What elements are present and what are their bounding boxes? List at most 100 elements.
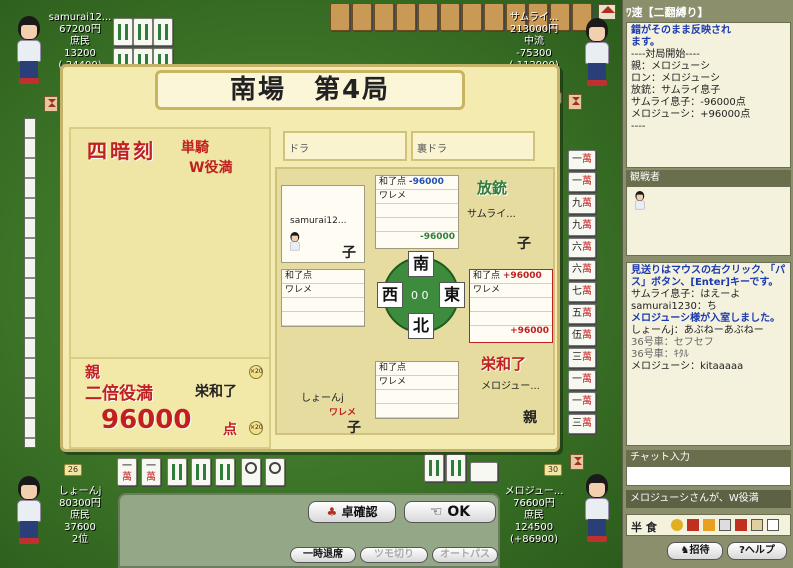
toolbar-label: 半 食	[631, 521, 657, 534]
hand-tile[interactable]: 一萬	[141, 458, 161, 486]
stop-icon[interactable]	[735, 519, 747, 531]
wind-west: 西	[377, 282, 403, 308]
chat-input-label: チャット入力	[626, 450, 791, 466]
wall-tile	[440, 3, 460, 31]
result-dialog: 南場 第4局 四暗刻 単騎 W役満 親 二倍役満 栄和了 ×20 96000 点…	[60, 64, 560, 452]
player-points: -75300	[516, 48, 552, 59]
yaku-detail: 単騎	[181, 140, 209, 156]
wind-compass: 南 北 西 東 0 0	[377, 251, 465, 339]
avatar	[580, 18, 614, 88]
settings-icon[interactable]	[719, 519, 731, 531]
chip-icon: ×20	[249, 421, 263, 435]
chat-message: メロジューシ：kitaaaaa	[631, 361, 744, 372]
player-money: 80300円	[59, 498, 101, 509]
win-score: 96000	[101, 405, 192, 435]
delta: +96000	[510, 326, 549, 336]
player-rank: 庶民	[70, 36, 90, 47]
west-name: samurai12...	[290, 216, 347, 226]
ura-dora-label: 裏ドラ	[417, 144, 447, 155]
scoreboard: samurai12... 子 和了点 -96000 ワレメ -96000 放銃 …	[275, 167, 555, 436]
flag-icon[interactable]	[687, 519, 699, 531]
control-panel: ♣ 卓確認 ☜ OK 一時退席 ツモ切り オートパス	[118, 493, 500, 568]
help-button[interactable]: ?ヘルプ	[727, 542, 787, 560]
chat-message: サムライ息子：はえーよ	[631, 289, 741, 300]
chip-count-badge: 30	[544, 464, 562, 476]
top-name: サムライ...	[467, 209, 516, 220]
log-line: サムライ息子：-96000点	[631, 97, 746, 108]
wind-east: 東	[439, 282, 465, 308]
top-role: 子	[517, 236, 531, 252]
yaku-double-yakuman: W役満	[189, 160, 233, 176]
chat-message: しょーんj：あぶねーあぶねー	[631, 325, 764, 336]
left-wall	[24, 118, 36, 448]
help-label: ヘルプ	[744, 545, 775, 556]
log-line: ます。	[631, 37, 660, 48]
han-label: 二倍役満	[85, 384, 153, 404]
header: 和了点	[379, 177, 407, 187]
west-role: 子	[342, 245, 356, 261]
invite-button[interactable]: ♞招待	[667, 542, 723, 560]
player-points: 124500	[514, 522, 554, 533]
pause-button[interactable]: 一時退席	[290, 547, 356, 563]
round-title: 南場 第4局	[155, 70, 465, 110]
ok-button[interactable]: ☜ OK	[404, 501, 496, 523]
scoreboard-top: 和了点 -96000 ワレメ -96000	[375, 175, 459, 249]
header: 和了点	[473, 271, 501, 281]
chat-input[interactable]	[626, 466, 791, 486]
header: 和了点	[282, 270, 364, 284]
spectator-avatar	[633, 191, 647, 219]
yaku-name: 四暗刻	[87, 139, 156, 163]
scoreboard-left: 和了点 ワレメ	[281, 269, 365, 327]
bottom-name: しょーんj	[301, 393, 344, 404]
log-line: 放銃：サムライ息子	[631, 85, 721, 96]
player-points: 37600	[64, 522, 96, 533]
window-icon[interactable]	[767, 519, 779, 531]
log-line: ----	[631, 121, 646, 132]
score-unit: 点	[223, 422, 237, 438]
tsumogiri-button[interactable]: ツモ切り	[360, 547, 428, 563]
hourglass-icon	[568, 94, 582, 110]
avatar	[580, 474, 614, 544]
book-icon[interactable]	[751, 519, 763, 531]
right-name: メロジュー...	[481, 381, 540, 392]
player-points: 13200	[64, 48, 96, 59]
toolbar: 半 食	[626, 514, 791, 536]
player-name: しょーんj	[58, 486, 102, 497]
autopass-button[interactable]: オートパス	[432, 547, 498, 563]
log-line: メロジューシ：+96000点	[631, 109, 751, 120]
coin-icon[interactable]	[671, 519, 683, 531]
fast-forward-icon[interactable]	[703, 519, 715, 531]
chat-message: samurai1230：ち	[631, 301, 717, 312]
hand-tile[interactable]: 一萬	[117, 458, 137, 486]
scoreboard-right: 和了点 +96000 ワレメ +96000	[469, 269, 553, 343]
win-type: 栄和了	[195, 384, 237, 400]
table-check-button[interactable]: ♣ 卓確認	[308, 501, 396, 523]
log-line: ----対局開始----	[631, 49, 700, 60]
delta: -96000	[419, 232, 455, 242]
dora-label: ドラ	[289, 144, 309, 155]
player-hand: 一萬 一萬	[117, 458, 297, 488]
avatar	[288, 232, 302, 260]
hand-tile[interactable]	[167, 458, 187, 486]
event-ticker: メロジューシさんが、W役満	[626, 490, 791, 508]
wall-tile	[352, 3, 372, 31]
hand-icon: ☜	[429, 504, 443, 520]
bottom-right-melds	[424, 454, 514, 488]
player-money: 76600円	[513, 498, 555, 509]
hand-tile[interactable]	[265, 458, 285, 486]
avatar	[12, 476, 46, 546]
hourglass-icon	[570, 454, 584, 470]
hourglass-icon	[44, 96, 58, 112]
chip-count-badge: 26	[64, 464, 82, 476]
riichi-count: 0 0	[411, 289, 429, 302]
player-money: 67200円	[59, 24, 101, 35]
avatar	[12, 16, 46, 86]
hand-tile[interactable]	[241, 458, 261, 486]
score-result-panel: 親 二倍役満 栄和了 ×20 96000 点 ×20	[69, 357, 271, 449]
hand-tile[interactable]	[215, 458, 235, 486]
player-name: samurai12...	[48, 12, 112, 23]
ron-label: 栄和了	[481, 355, 527, 373]
hand-tile[interactable]	[191, 458, 211, 486]
wind-north: 南	[408, 251, 434, 277]
dora-indicator: ドラ	[283, 131, 407, 161]
